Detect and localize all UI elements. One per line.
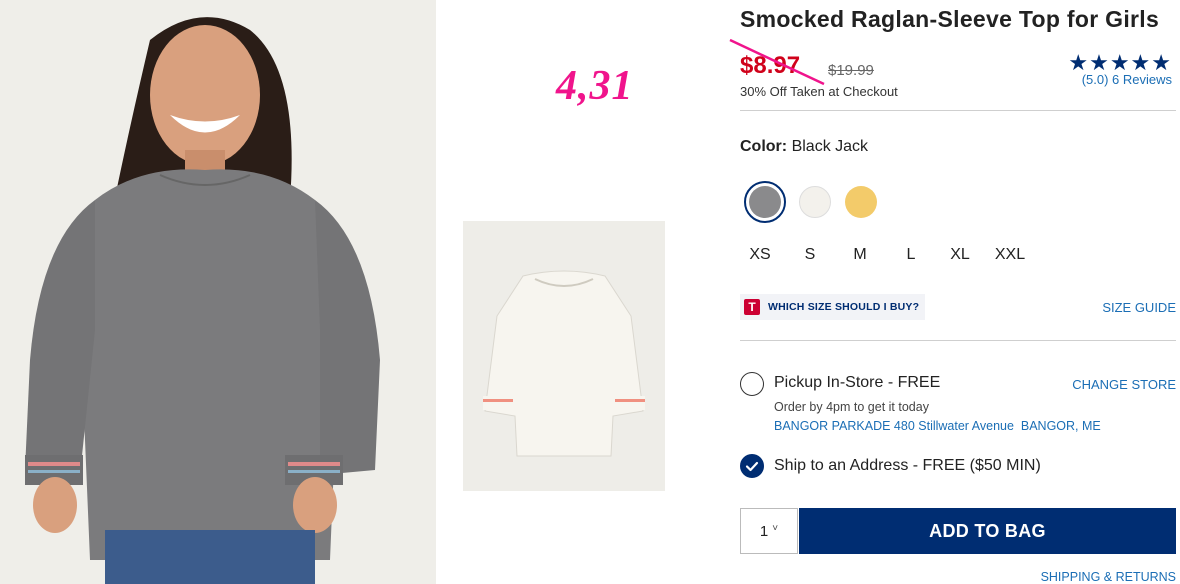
reviews-link[interactable]: (5.0) 6 Reviews	[1082, 72, 1172, 87]
size-guide-link[interactable]: SIZE GUIDE	[1102, 300, 1176, 315]
chevron-down-icon: ˅	[772, 522, 779, 534]
add-to-bag-button[interactable]: ADD TO BAG	[799, 508, 1176, 554]
size-option-xl[interactable]: XL	[940, 246, 980, 264]
size-helper-icon: T	[744, 299, 760, 315]
promo-text: 30% Off Taken at Checkout	[740, 84, 898, 99]
selected-color-name: Black Jack	[791, 138, 869, 155]
overlay-price-note: 4,31	[556, 63, 634, 109]
change-store-link[interactable]: CHANGE STORE	[1072, 377, 1176, 392]
color-swatch-black-jack[interactable]	[744, 181, 786, 223]
which-size-button[interactable]: T WHICH SIZE SHOULD I BUY?	[740, 294, 926, 320]
store-address-link[interactable]: BANGOR PARKADE 480 Stillwater Avenue BAN…	[774, 419, 1101, 433]
pickup-order-by-text: Order by 4pm to get it today	[774, 400, 929, 414]
size-option-m[interactable]: M	[840, 246, 880, 264]
color-selection-label: Color: Black Jack	[740, 138, 868, 156]
swatch-dot	[749, 186, 781, 218]
swatch-dot	[799, 186, 831, 218]
divider	[740, 110, 1176, 111]
original-price: $19.99	[828, 62, 874, 79]
pickup-radio[interactable]	[740, 372, 764, 396]
product-title: Smocked Raglan-Sleeve Top for Girls	[740, 6, 1160, 32]
sale-price: $8.97	[740, 52, 801, 79]
divider	[740, 340, 1176, 341]
quantity-value: 1	[759, 522, 769, 540]
rating-stars-icon[interactable]: ★★★★★	[1068, 52, 1172, 74]
shipping-returns-link[interactable]: SHIPPING & RETURNS	[1041, 570, 1176, 584]
swatch-dot	[845, 186, 877, 218]
product-thumbnail[interactable]	[463, 221, 665, 491]
color-label: Color:	[740, 138, 788, 155]
size-option-xs[interactable]: XS	[740, 246, 780, 264]
quantity-select[interactable]: 1 ˅	[740, 508, 798, 554]
size-selector: XS S M L XL XXL	[740, 246, 1040, 268]
ship-label[interactable]: Ship to an Address - FREE ($50 MIN)	[774, 457, 1041, 475]
product-info-panel: Smocked Raglan-Sleeve Top for Girls $8.9…	[729, 0, 1176, 584]
size-option-l[interactable]: L	[891, 246, 931, 264]
checkmark-icon	[745, 461, 758, 471]
color-swatch-yellow[interactable]	[840, 181, 882, 223]
size-option-s[interactable]: S	[790, 246, 830, 264]
product-main-image[interactable]	[0, 0, 436, 584]
pickup-label[interactable]: Pickup In-Store - FREE	[774, 374, 940, 392]
size-option-xxl[interactable]: XXL	[990, 246, 1030, 264]
ship-radio[interactable]	[740, 454, 764, 478]
which-size-label: WHICH SIZE SHOULD I BUY?	[768, 301, 920, 313]
color-swatch-white[interactable]	[794, 181, 836, 223]
